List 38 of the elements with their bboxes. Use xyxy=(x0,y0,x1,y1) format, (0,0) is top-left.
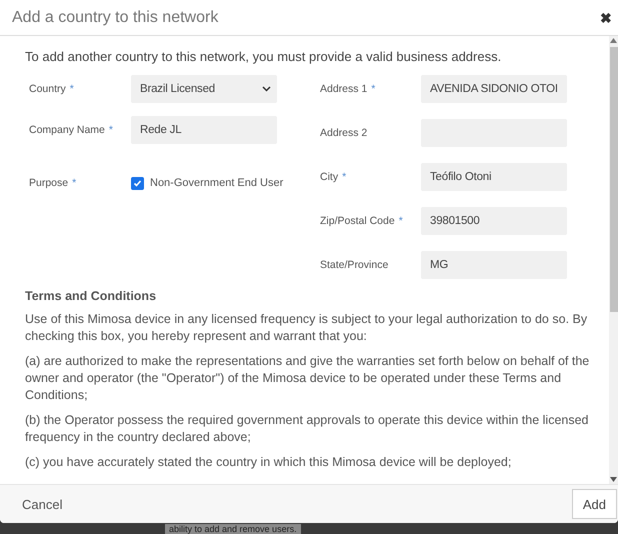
terms-heading: Terms and Conditions xyxy=(25,289,158,303)
field-label: Address 1 xyxy=(320,83,368,95)
chevron-down-icon xyxy=(262,86,271,92)
required-mark: * xyxy=(342,171,346,183)
required-mark: * xyxy=(108,124,113,136)
input-field[interactable]: Teófilo Otoni xyxy=(421,163,567,191)
scroll-up-icon[interactable] xyxy=(610,38,617,43)
field-label: Country xyxy=(29,83,66,95)
backdrop-text: ability to add and remove users. xyxy=(165,524,301,534)
input-field[interactable]: AVENIDA SIDONIO OTOI xyxy=(421,75,567,103)
required-mark: * xyxy=(371,83,376,95)
add-button[interactable]: Add xyxy=(572,489,617,519)
terms-paragraph: (a) are authorized to make the representations and give the warranties set forth below on behalf of the owner and operator (the "Operator") of the Mimosa device to be operated under these Terms and Conditions; xyxy=(25,353,590,404)
country-select[interactable]: Brazil Licensed xyxy=(131,75,277,103)
dialog-title: Add a country to this network xyxy=(12,8,218,26)
checkbox-label: Non-Government End User xyxy=(150,177,284,189)
field-label: Company Name xyxy=(29,124,105,136)
field-label: City xyxy=(320,171,338,183)
field-label: Address 2 xyxy=(320,127,368,139)
terms-paragraph: (b) the Operator possess the required government approvals to operate this device within the licensed frequency in the country declared above; xyxy=(25,412,590,446)
required-mark: * xyxy=(70,83,74,95)
checkmark-icon xyxy=(133,178,142,188)
input-field[interactable]: MG xyxy=(421,251,567,279)
field-label: Purpose xyxy=(29,177,68,189)
input-field[interactable]: 39801500 xyxy=(421,207,567,235)
field-label: State/Province xyxy=(320,259,388,271)
cancel-button[interactable]: Cancel xyxy=(12,492,72,516)
terms-paragraph: (c) you have accurately stated the country in which this Mimosa device will be deployed; xyxy=(25,454,512,471)
required-mark: * xyxy=(72,177,76,189)
terms-paragraph: Use of this Mimosa device in any licensed frequency is subject to your legal authorization to do so. By checking this box, you hereby represent and warrant that you: xyxy=(25,311,588,345)
scrollbar[interactable] xyxy=(609,36,618,484)
input-field[interactable]: Rede JL xyxy=(131,116,277,144)
required-mark: * xyxy=(398,215,403,227)
checkbox[interactable] xyxy=(131,176,144,190)
intro-text: To add another country to this network, you must provide a valid business address. xyxy=(25,49,502,64)
close-button[interactable]: ✖ xyxy=(598,10,614,26)
scroll-down-icon[interactable] xyxy=(610,477,617,482)
field-label: Zip/Postal Code xyxy=(320,215,395,227)
